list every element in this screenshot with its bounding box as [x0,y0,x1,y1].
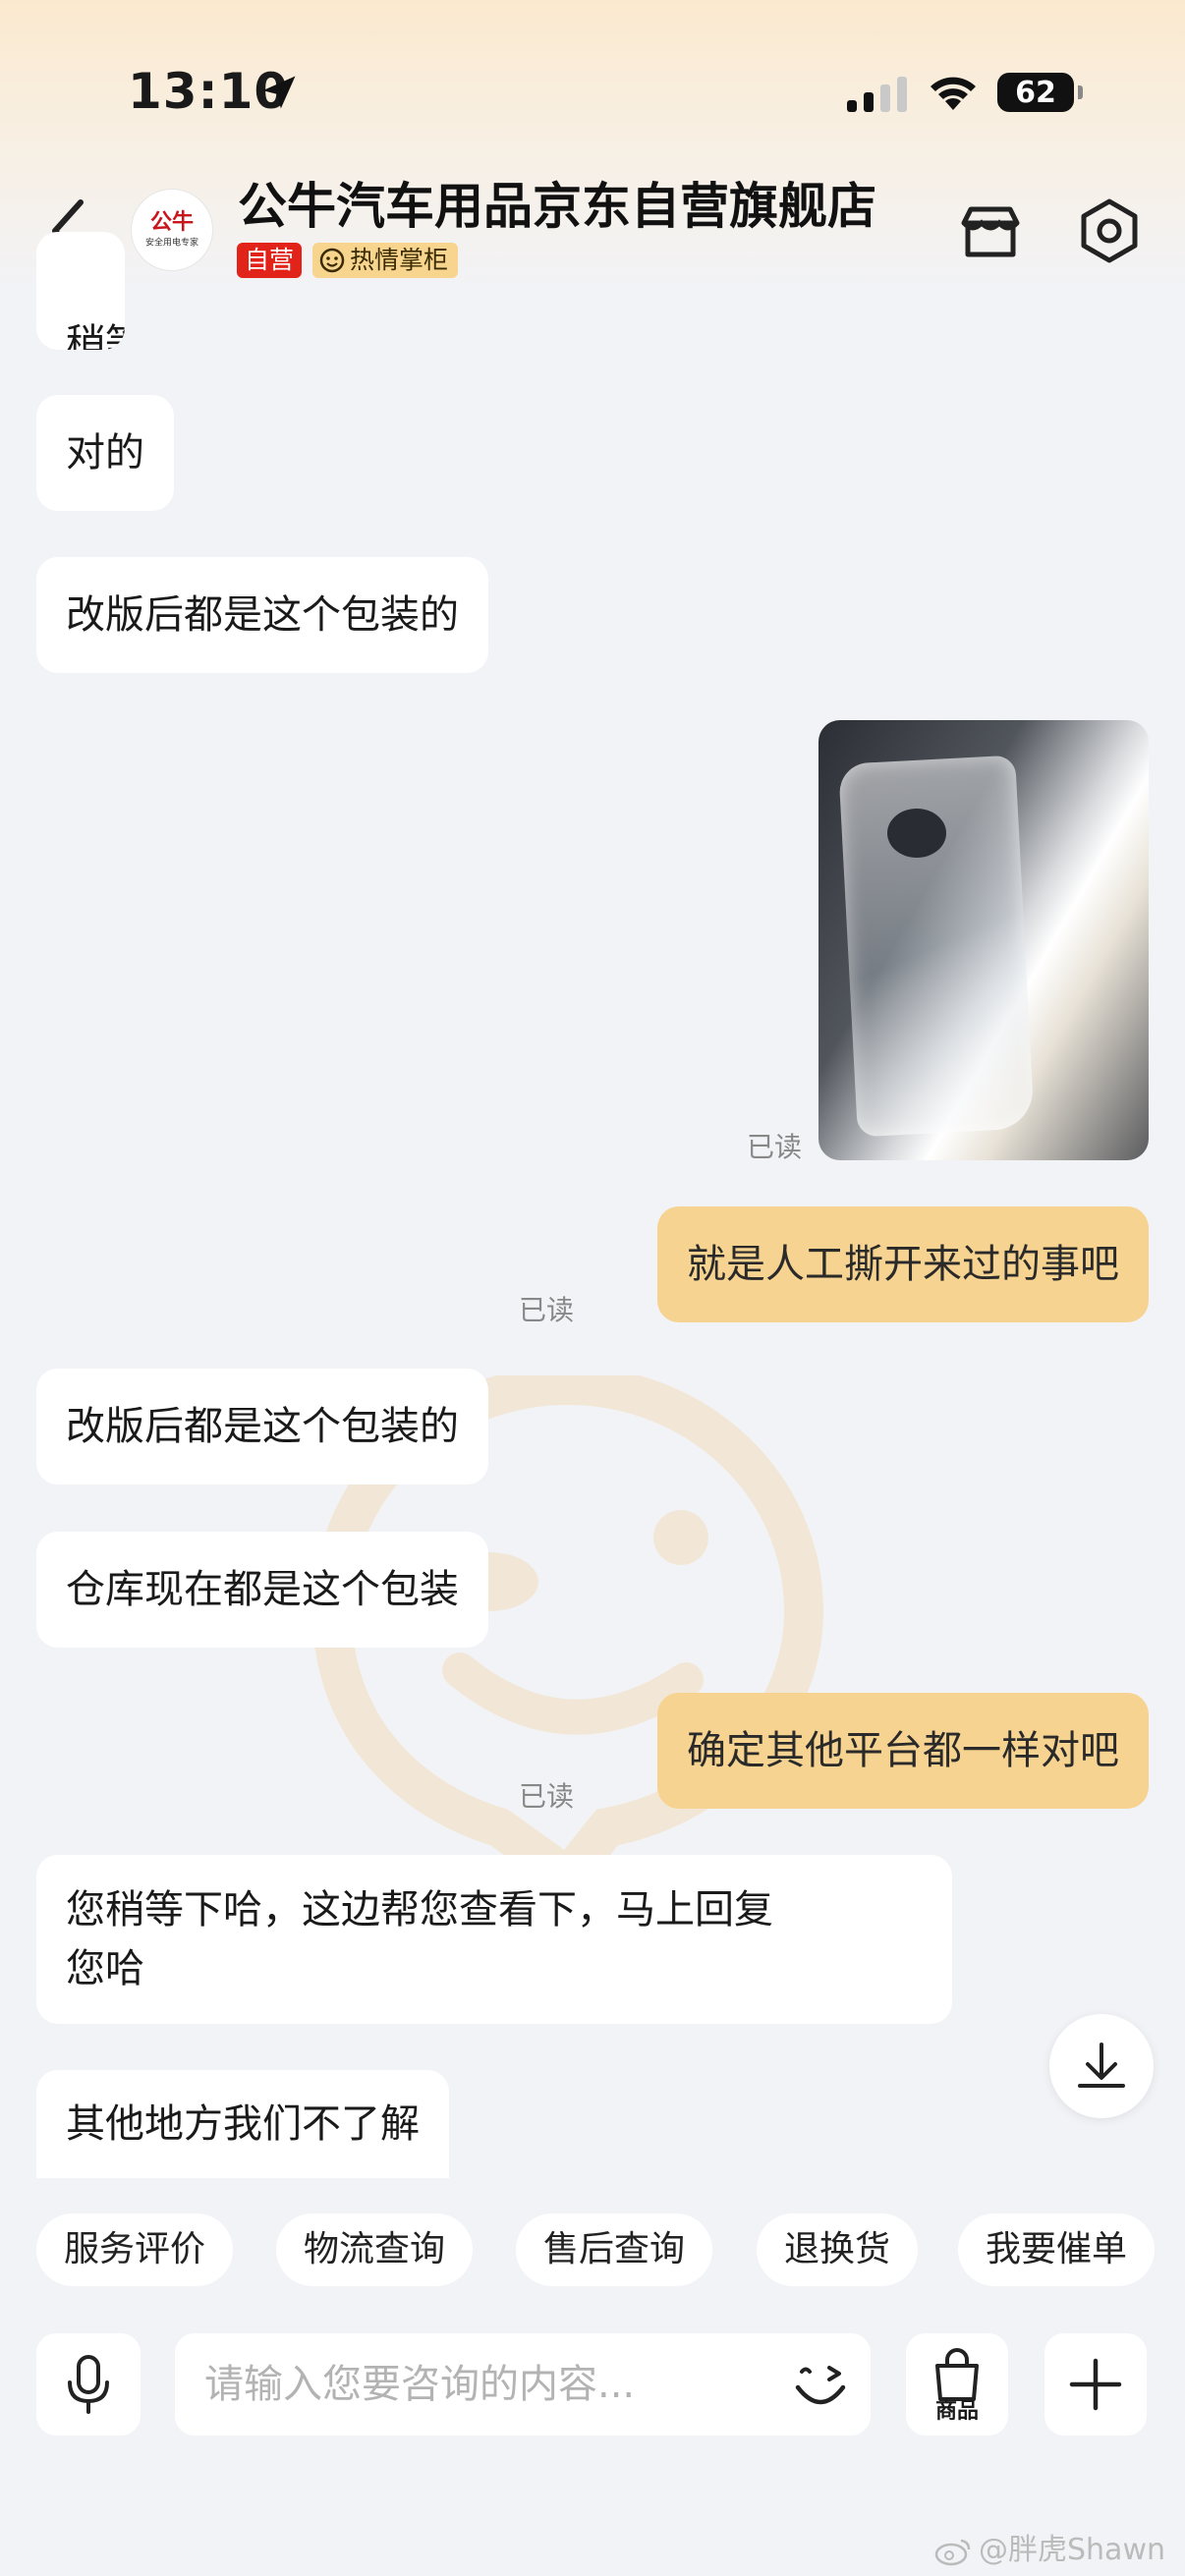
message-text-line-2: 您哈 [66,1946,144,1991]
message-text: 仓库现在都是这个包装 [66,1567,459,1612]
voice-input-button[interactable] [36,2333,141,2436]
plus-icon [1069,2358,1122,2411]
message-bubble-incoming: 稍等 [36,232,125,350]
message-bubble-outgoing: 就是人工撕开来过的事吧 [657,1206,1149,1322]
avatar-logo-text: 公牛 [149,209,194,235]
signal-icon [847,77,907,112]
quick-reply-after-sales[interactable]: 售后查询 [516,2213,713,2286]
weibo-icon [934,2539,971,2565]
wifi-icon [931,77,976,110]
message-input[interactable] [175,2333,871,2436]
message-bubble-incoming: 改版后都是这个包装的 [36,1369,488,1484]
emoji-icon[interactable] [786,2350,855,2419]
message-image[interactable] [818,720,1149,1160]
goods-button[interactable]: 商品 [906,2333,1008,2436]
message-bubble-incoming: 改版后都是这个包装的 [36,557,488,673]
quick-reply-urge-order[interactable]: 我要催单 [958,2213,1156,2286]
read-receipt: 已读 [519,1780,575,1813]
host-badge: 热情掌柜 [312,243,459,278]
message-bubble-incoming: 对的 [36,395,174,511]
quick-reply-service-review[interactable]: 服务评价 [36,2213,234,2286]
host-badge-label: 热情掌柜 [350,246,449,274]
weibo-watermark: @胖虎Shawn [933,2525,1165,2568]
battery-indicator: 62 [997,73,1083,112]
message-text: 改版后都是这个包装的 [66,1404,459,1449]
self-operated-badge: 自营 [237,243,303,278]
message-bubble-incoming: 仓库现在都是这个包装 [36,1532,488,1648]
microphone-icon [68,2355,109,2414]
message-text: 其他地方我们不了解 [66,2101,420,2147]
image-content-bag [838,755,1035,1138]
message-text-line-1: 您稍等下哈，这边帮您查看下，马上回复 [66,1887,773,1932]
message-text: 确定其他平台都一样对吧 [687,1728,1119,1773]
scroll-to-bottom-button[interactable] [1049,2014,1154,2118]
arrow-down-icon [1078,2043,1125,2088]
message-text: 对的 [66,430,144,476]
more-actions-button[interactable] [1044,2333,1147,2436]
shop-avatar[interactable]: 公牛 安全用电专家 [131,189,213,271]
message-text: 就是人工撕开来过的事吧 [687,1242,1119,1287]
read-receipt: 已读 [747,1131,803,1163]
message-text: 改版后都是这个包装的 [66,592,459,638]
shop-title[interactable]: 公牛汽车用品京东自营旗舰店 [238,167,876,238]
quick-reply-return-exchange[interactable]: 退换货 [757,2213,919,2286]
weibo-handle: @胖虎Shawn [979,2533,1165,2567]
message-bubble-outgoing: 确定其他平台都一样对吧 [657,1693,1149,1809]
settings-icon[interactable] [1075,196,1144,265]
smiley-icon [319,248,345,273]
store-icon[interactable] [958,199,1023,264]
avatar-logo-subtext: 安全用电专家 [145,237,198,248]
message-text: 稍等 [66,321,125,350]
read-receipt: 已读 [519,1294,575,1326]
message-bubble-incoming: 您稍等下哈，这边帮您查看下，马上回复 您哈 [36,1855,952,2024]
image-content-object [887,809,946,858]
goods-button-label: 商品 [934,2399,979,2424]
location-arrow-icon [262,76,296,109]
message-bubble-incoming: 其他地方我们不了解 [36,2070,449,2178]
quick-reply-logistics[interactable]: 物流查询 [276,2213,474,2286]
